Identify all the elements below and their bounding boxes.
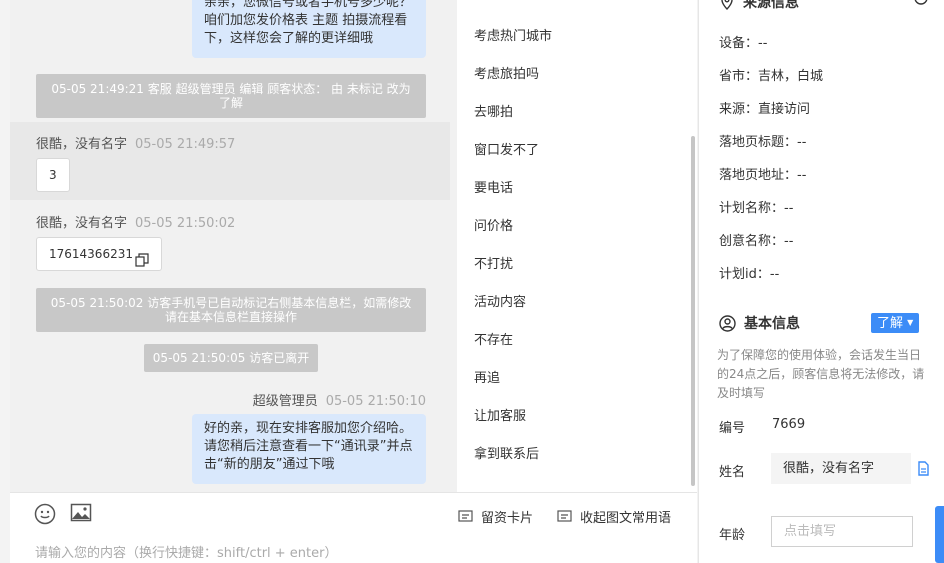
message-time: 05-05 21:50:02 — [135, 216, 236, 231]
card-icon — [458, 509, 473, 524]
source-plan-id: 计划id：-- — [719, 263, 779, 282]
quick-phrase-item[interactable]: 考虑热门城市 — [474, 25, 552, 44]
basic-info-title: 基本信息 — [744, 316, 800, 332]
source-landing-url: 落地页地址：-- — [719, 164, 806, 183]
id-label: 编号 — [719, 421, 746, 436]
side-drawer-tab[interactable] — [935, 506, 944, 563]
source-info-header: 来源信息 — [719, 0, 799, 12]
quick-phrase-item[interactable]: 不打扰 — [474, 253, 513, 272]
source-label: 计划id： — [719, 267, 770, 282]
source-value: -- — [784, 234, 794, 249]
collapse-phrases-button[interactable]: 收起图文常用语 — [557, 507, 671, 526]
system-message-text: 05-05 21:50:05 访客已离开 — [152, 351, 310, 365]
visitor-name: 很酷，没有名字 — [36, 137, 128, 152]
quick-phrase-item[interactable]: 活动内容 — [474, 291, 526, 310]
source-value: -- — [797, 168, 807, 183]
message-input-area: 留资卡片 收起图文常用语 请输入您的内容（换行快捷键：shift/ctrl + … — [10, 492, 697, 563]
visitor-name: 很酷，没有名字 — [36, 216, 128, 231]
source-label: 创意名称： — [719, 234, 785, 249]
source-info-title: 来源信息 — [743, 0, 799, 11]
quick-phrase-item[interactable]: 再追 — [474, 367, 500, 386]
agent-name: 超级管理员 — [252, 394, 318, 409]
edit-icon[interactable] — [913, 0, 929, 8]
basic-info-header: 基本信息 — [719, 313, 800, 333]
message-time: 05-05 21:50:10 — [325, 394, 426, 409]
system-message: 05-05 21:49:21 客服 超级管理员 编辑 顾客状态： 由 未标记 改… — [36, 74, 426, 118]
source-value: 吉林，白城 — [758, 69, 824, 84]
quick-phrase-item[interactable]: 拿到联系后 — [474, 443, 539, 462]
message-time: 05-05 21:49:57 — [135, 137, 236, 152]
source-landing-title: 落地页标题：-- — [719, 131, 806, 150]
source-origin: 来源：直接访问 — [719, 98, 810, 117]
message-input[interactable]: 请输入您的内容（换行快捷键：shift/ctrl + enter） — [35, 542, 338, 561]
source-label: 设备： — [719, 36, 759, 51]
chat-panel: 亲亲，您微信号或者手机号多少呢？咱们加您发价格表 主题 拍摄流程看下，这样您会了… — [10, 0, 457, 492]
agent-sender: 超级管理员 05-05 21:50:10 — [253, 390, 426, 409]
age-input[interactable] — [771, 516, 913, 547]
image-icon[interactable] — [70, 502, 92, 524]
visitor-sender: 很酷，没有名字 05-05 21:49:57 — [36, 133, 235, 152]
agent-message-text: 好的亲，现在安排客服加您介绍哈。请您稍后注意查看一下“通讯录”并点击“新的朋友”… — [204, 421, 413, 472]
source-label: 省市： — [719, 69, 759, 84]
source-value: -- — [797, 135, 807, 150]
visitor-message-text: 3 — [49, 168, 57, 182]
quick-phrase-item[interactable]: 要电话 — [474, 177, 513, 196]
visitor-info-panel: 来源信息 设备：-- 省市：吉林，白城 来源：直接访问 落地页标题：-- 落地页… — [698, 0, 944, 563]
location-icon — [719, 0, 735, 10]
quick-phrase-item[interactable]: 去哪拍 — [474, 101, 513, 120]
emoji-icon[interactable] — [34, 503, 56, 525]
visitor-message-bubble: 3 — [36, 158, 70, 192]
quick-phrase-item[interactable]: 考虑旅拍吗 — [474, 63, 539, 82]
source-label: 来源： — [719, 102, 759, 117]
source-region: 省市：吉林，白城 — [719, 65, 823, 84]
copy-icon[interactable] — [916, 461, 930, 476]
system-message-text: 05-05 21:50:02 访客手机号已自动标记右侧基本信息栏，如需修改请在基… — [50, 296, 412, 324]
system-message: 05-05 21:50:02 访客手机号已自动标记右侧基本信息栏，如需修改请在基… — [36, 288, 426, 332]
quick-phrases-panel: 考虑热门城市 考虑旅拍吗 去哪拍 窗口发不了 要电话 问价格 不打扰 活动内容 … — [457, 0, 697, 492]
quick-phrase-item[interactable]: 窗口发不了 — [474, 139, 539, 158]
visitor-sender: 很酷，没有名字 05-05 21:50:02 — [36, 212, 235, 231]
status-badge-label: 了解 — [877, 316, 904, 331]
name-field[interactable]: 很酷，没有名字 — [771, 453, 911, 484]
collapse-phrases-label: 收起图文常用语 — [580, 511, 672, 526]
quick-phrases-scrollbar[interactable] — [691, 136, 695, 486]
system-message-text: 05-05 21:49:21 客服 超级管理员 编辑 顾客状态： 由 未标记 改… — [51, 82, 411, 110]
status-badge[interactable]: 了解 ▼ — [871, 313, 920, 333]
source-value: -- — [769, 267, 780, 282]
source-label: 落地页标题： — [719, 135, 798, 150]
phrases-icon — [557, 509, 572, 524]
source-value: -- — [758, 36, 768, 51]
source-label: 落地页地址： — [719, 168, 798, 183]
agent-message-text: 亲亲，您微信号或者手机号多少呢？咱们加您发价格表 主题 拍摄流程看下，这样您会了… — [204, 0, 413, 46]
user-icon — [719, 314, 736, 332]
quick-phrase-item[interactable]: 问价格 — [474, 215, 513, 234]
visitor-phone-bubble: 17614366231 — [36, 237, 162, 271]
visitor-message-text: 17614366231 — [49, 247, 133, 261]
name-value: 很酷，没有名字 — [783, 461, 875, 476]
agent-message-bubble: 亲亲，您微信号或者手机号多少呢？咱们加您发价格表 主题 拍摄流程看下，这样您会了… — [192, 0, 426, 58]
edit-notice: 为了保障您的使用体验，会话发生当日的24点之后，顾客信息将无法修改，请及时填写 — [717, 348, 925, 400]
source-plan-name: 计划名称：-- — [719, 197, 793, 216]
source-value: 直接访问 — [758, 102, 811, 117]
lead-card-label: 留资卡片 — [481, 511, 534, 526]
source-value: -- — [784, 201, 794, 216]
age-label: 年龄 — [719, 528, 746, 543]
name-label: 姓名 — [719, 465, 746, 480]
id-value: 7669 — [772, 417, 806, 432]
quick-phrase-item[interactable]: 不存在 — [474, 329, 513, 348]
system-message: 05-05 21:50:05 访客已离开 — [144, 344, 318, 372]
lead-card-button[interactable]: 留资卡片 — [458, 507, 533, 526]
source-device: 设备：-- — [719, 32, 767, 51]
caret-down-icon: ▼ — [907, 318, 914, 327]
quick-phrase-item[interactable]: 让加客服 — [474, 405, 526, 424]
copy-icon[interactable] — [135, 247, 149, 267]
source-label: 计划名称： — [719, 201, 785, 216]
source-creative-name: 创意名称：-- — [719, 230, 793, 249]
agent-message-bubble: 好的亲，现在安排客服加您介绍哈。请您稍后注意查看一下“通讯录”并点击“新的朋友”… — [192, 414, 426, 484]
